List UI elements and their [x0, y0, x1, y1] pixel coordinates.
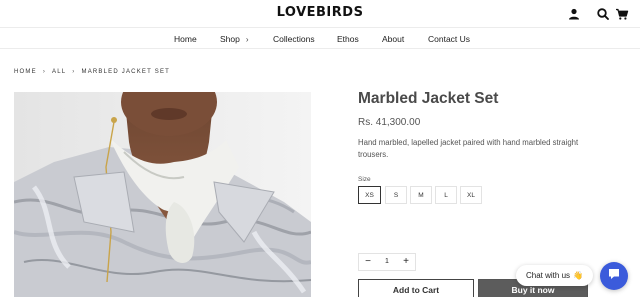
breadcrumb-all[interactable]: ALL: [52, 69, 66, 75]
site-logo[interactable]: LOVEBIRDS: [0, 5, 640, 20]
product-price: Rs. 41,300.00: [358, 117, 421, 128]
chevron-right-icon: ›: [42, 69, 47, 75]
nav-item-shop[interactable]: Shop ›: [220, 34, 249, 44]
chevron-right-icon: ›: [72, 69, 76, 75]
nav-item-shop-label: Shop: [220, 34, 240, 44]
quantity-stepper: − 1 +: [358, 253, 416, 271]
chat-prompt-label: Chat with us: [526, 271, 571, 280]
breadcrumb: HOME › ALL › MARBLED JACKET SET: [14, 69, 170, 75]
nav-item-about[interactable]: About: [382, 34, 404, 44]
site-header: LOVEBIRDS: [0, 0, 640, 27]
nav-item-home[interactable]: Home: [174, 34, 197, 44]
main-nav: Home Shop › Collections Ethos About Conta…: [0, 27, 640, 49]
size-label: Size: [358, 176, 371, 183]
breadcrumb-home[interactable]: HOME: [14, 69, 37, 75]
chevron-right-icon: ›: [245, 35, 249, 44]
nav-item-ethos[interactable]: Ethos: [337, 34, 359, 44]
nav-item-contact-us[interactable]: Contact Us: [428, 34, 470, 44]
search-icon[interactable]: [596, 7, 610, 21]
size-option-s[interactable]: S: [385, 186, 407, 204]
size-option-xl[interactable]: XL: [460, 186, 482, 204]
product-title: Marbled Jacket Set: [358, 90, 499, 107]
product-description: Hand marbled, lapelled jacket paired wit…: [358, 138, 579, 159]
nav-item-collections[interactable]: Collections: [273, 34, 315, 44]
quantity-value[interactable]: 1: [375, 258, 399, 265]
breadcrumb-current: MARBLED JACKET SET: [81, 69, 171, 75]
size-option-l[interactable]: L: [435, 186, 457, 204]
cart-icon[interactable]: [615, 7, 629, 21]
chat-icon: [607, 267, 621, 286]
product-image[interactable]: [14, 92, 311, 297]
add-to-cart-button[interactable]: Add to Cart: [358, 279, 474, 297]
quantity-increase-button[interactable]: +: [399, 256, 413, 267]
quantity-decrease-button[interactable]: −: [361, 256, 375, 267]
size-option-xs[interactable]: XS: [358, 186, 381, 204]
user-icon[interactable]: [567, 7, 581, 21]
chat-prompt-bubble[interactable]: Chat with us 👋: [516, 265, 593, 286]
size-option-m[interactable]: M: [410, 186, 432, 204]
waving-hand-icon: 👋: [573, 271, 583, 280]
chat-launcher-button[interactable]: [600, 262, 628, 290]
